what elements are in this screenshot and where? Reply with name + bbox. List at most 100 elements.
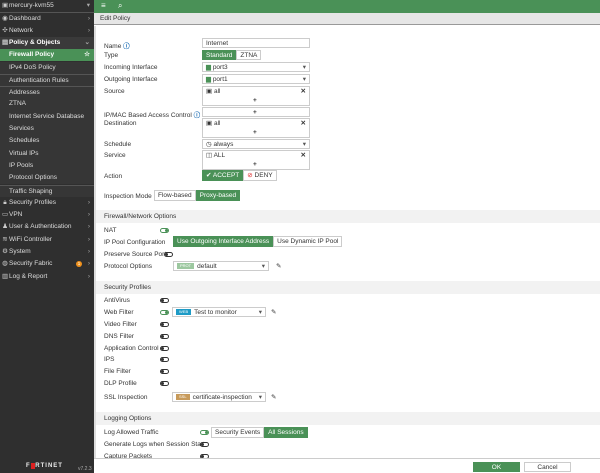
sidebar-item-auth-rules[interactable]: Authentication Rules: [0, 73, 94, 87]
destination-label: Destination: [104, 120, 137, 127]
file-filter-toggle[interactable]: [160, 369, 169, 374]
section-logging: Logging Options: [96, 412, 600, 425]
nat-label: NAT: [104, 227, 117, 234]
ips-toggle[interactable]: [160, 357, 169, 362]
remove-icon[interactable]: ✕: [301, 87, 306, 96]
search-icon[interactable]: ⌕: [118, 1, 122, 11]
caret-down-icon: ▾: [86, 2, 90, 9]
webfilter-select[interactable]: WEB Test to monitor: [172, 307, 266, 317]
info-icon[interactable]: ⓘ: [123, 43, 130, 50]
type-label: Type: [104, 52, 119, 59]
label: Log & Report: [9, 272, 48, 280]
sidebar-item-isdb[interactable]: Internet Service Database: [0, 110, 94, 123]
sidebar-item-protocol-options[interactable]: Protocol Options: [0, 172, 94, 185]
remove-icon[interactable]: ✕: [301, 119, 306, 128]
edit-policy-form: Name ⓘ Internet Type Standard ZTNA Incomi…: [94, 26, 600, 460]
sidebar-item-vpn[interactable]: ▭ VPN ›: [0, 209, 94, 221]
label: VPN: [9, 211, 23, 219]
chevron-right-icon: ›: [87, 235, 90, 243]
menu-icon[interactable]: ≡: [101, 1, 106, 10]
video-toggle[interactable]: [160, 322, 169, 327]
sidebar-item-ipv4-dos[interactable]: IPv4 DoS Policy: [0, 61, 94, 74]
sidebar-item-addresses[interactable]: Addresses: [0, 86, 94, 99]
nat-toggle[interactable]: [160, 228, 169, 233]
ok-button[interactable]: OK: [473, 462, 520, 472]
sidebar-item-wifi[interactable]: ≋ WiFi Controller ›: [0, 234, 94, 246]
log-allowed-label: Log Allowed Traffic: [104, 429, 159, 436]
port-icon: ▆: [206, 64, 213, 71]
star-icon[interactable]: ☆: [84, 49, 90, 61]
sidebar-item-network[interactable]: ✣ Network ›: [0, 25, 94, 37]
action-deny[interactable]: ⊘ DENY: [243, 170, 277, 181]
chevron-right-icon: ›: [87, 223, 90, 231]
cancel-button[interactable]: Cancel: [524, 462, 571, 472]
edit-icon[interactable]: ✎: [276, 262, 281, 270]
version-label: v7.2.3: [78, 466, 92, 472]
ssl-label: SSL Inspection: [104, 394, 148, 401]
ippool-dynamic[interactable]: Use Dynamic IP Pool: [273, 236, 343, 247]
network-icon: ✣: [2, 26, 8, 34]
add-icon[interactable]: +: [253, 160, 257, 169]
sidebar-item-log-report[interactable]: ▥ Log & Report ›: [0, 271, 94, 283]
label: Virtual IPs: [9, 149, 39, 157]
outgoing-interface-select[interactable]: ▆ port1: [202, 74, 310, 84]
incoming-interface-select[interactable]: ▆ port3: [202, 62, 310, 72]
generate-logs-toggle[interactable]: [200, 442, 209, 447]
log-security-events[interactable]: Security Events: [211, 427, 265, 438]
webfilter-toggle[interactable]: [160, 310, 169, 315]
name-input[interactable]: Internet: [202, 38, 310, 48]
remove-icon[interactable]: ✕: [301, 151, 306, 160]
ssl-select[interactable]: SSL certificate-inspection: [172, 392, 266, 402]
sidebar-item-schedules[interactable]: Schedules: [0, 135, 94, 148]
sidebar-item-virtual-ips[interactable]: Virtual IPs: [0, 147, 94, 160]
schedule-select[interactable]: ◷ always: [202, 139, 310, 149]
protocol-options-select[interactable]: PROT default: [173, 261, 269, 271]
inspection-label: Inspection Mode: [104, 193, 152, 200]
ipmac-field[interactable]: +: [202, 107, 310, 117]
sidebar-item-firewall-policy[interactable]: Firewall Policy ☆: [0, 49, 94, 62]
add-icon[interactable]: +: [253, 128, 257, 137]
ippool-outgoing[interactable]: Use Outgoing Interface Address: [173, 236, 274, 247]
log-all-sessions[interactable]: All Sessions: [264, 427, 308, 438]
chevron-right-icon: ›: [87, 260, 90, 268]
sidebar-item-user-auth[interactable]: ♟ User & Authentication ›: [0, 221, 94, 233]
service-field[interactable]: ◫ ALL ✕ +: [202, 150, 310, 170]
ssl-tag: SSL: [176, 394, 190, 401]
device-selector[interactable]: ▣ mercury-kvm55 ▾: [0, 0, 94, 12]
sidebar-item-ztna[interactable]: ZTNA: [0, 98, 94, 111]
edit-icon[interactable]: ✎: [271, 308, 276, 316]
device-icon: ▣: [2, 2, 9, 9]
dns-toggle[interactable]: [160, 334, 169, 339]
log-allowed-toggle[interactable]: [200, 430, 209, 435]
sidebar-item-services[interactable]: Services: [0, 123, 94, 136]
sidebar-item-system[interactable]: ⚙ System ›: [0, 246, 94, 258]
app-control-toggle[interactable]: [160, 346, 169, 351]
add-icon[interactable]: +: [253, 108, 257, 117]
type-standard[interactable]: Standard: [202, 50, 237, 60]
sidebar-item-dashboard[interactable]: ◉ Dashboard ›: [0, 12, 94, 24]
sidebar-item-ip-pools[interactable]: IP Pools: [0, 159, 94, 173]
dlp-label: DLP Profile: [104, 380, 137, 387]
edit-icon[interactable]: ✎: [271, 393, 276, 401]
preserve-toggle[interactable]: [164, 252, 173, 257]
inspection-flow[interactable]: Flow-based: [154, 190, 196, 201]
sidebar-item-security-fabric[interactable]: ◍ Security Fabric 1 ›: [0, 258, 94, 270]
port-icon: ▆: [206, 76, 213, 83]
info-icon[interactable]: ⓘ: [194, 112, 201, 119]
label: User & Authentication: [9, 223, 72, 231]
type-ztna[interactable]: ZTNA: [236, 50, 262, 60]
sidebar-item-security-profiles[interactable]: 🔒︎ Security Profiles ›: [0, 197, 94, 209]
dlp-toggle[interactable]: [160, 381, 169, 386]
source-field[interactable]: ▣ all ✕ +: [202, 86, 310, 106]
sidebar-item-traffic-shaping[interactable]: Traffic Shaping: [0, 184, 94, 197]
add-icon[interactable]: +: [253, 96, 257, 105]
inspection-proxy[interactable]: Proxy-based: [195, 190, 241, 201]
sidebar-item-policy-objects[interactable]: ▤ Policy & Objects ⌄: [0, 36, 94, 50]
source-label: Source: [104, 88, 125, 95]
label: Dashboard: [9, 15, 41, 23]
destination-field[interactable]: ▣ all ✕ +: [202, 118, 310, 138]
action-accept[interactable]: ✔ ACCEPT: [202, 170, 244, 181]
section-firewall-network: Firewall/Network Options: [96, 210, 600, 223]
chevron-right-icon: ›: [87, 26, 90, 34]
antivirus-toggle[interactable]: [160, 298, 169, 303]
